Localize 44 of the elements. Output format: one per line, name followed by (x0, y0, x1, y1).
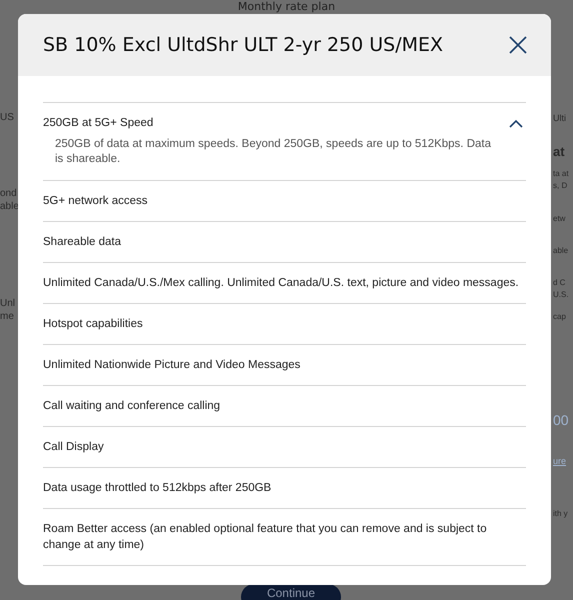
close-icon (508, 35, 528, 55)
continue-button[interactable]: Continue (241, 584, 341, 600)
page-text: able (0, 201, 19, 213)
page-text: cap (553, 311, 566, 323)
dialog-title: SB 10% Excl UltdShr ULT 2-yr 250 US/MEX (43, 32, 444, 58)
feature-item[interactable]: Unlimited Canada/U.S./Mex calling. Unlimited Canada/U.S. text, picture and video messages. (43, 263, 526, 304)
page-text: ith y (553, 508, 568, 520)
page-text: ond (0, 188, 17, 200)
page-text: s, D (553, 180, 568, 192)
feature-item[interactable]: 5G+ network access (43, 181, 526, 222)
feature-title: Call Display (43, 440, 104, 455)
page-text: Unl (0, 298, 16, 310)
feature-title: Unlimited Nationwide Picture and Video Messages (43, 358, 300, 373)
feature-title: Call waiting and conference calling (43, 399, 220, 414)
feature-title: Shareable data (43, 235, 122, 250)
page-text: etw (553, 213, 566, 225)
feature-item[interactable]: Shareable data (43, 222, 526, 263)
page-text: ure (553, 455, 566, 467)
feature-title: 5G+ network access (43, 194, 148, 209)
feature-title: Hotspot capabilities (43, 317, 143, 332)
feature-title: 250GB at 5G+ Speed (43, 116, 154, 131)
page-text: 00 (553, 414, 569, 426)
close-button[interactable] (507, 34, 529, 56)
feature-description: 250GB of data at maximum speeds. Beyond 250GB, speeds are up to 512Kbps. Data is shareable. (54, 137, 492, 167)
feature-item[interactable]: Roam Better access (an enabled optional feature that you can remove and is subject to change at any time) (43, 509, 526, 566)
feature-item[interactable]: Call Display (43, 427, 526, 468)
feature-item[interactable]: 250GB at 5G+ Speed 250GB of data at maximum speeds. Beyond 250GB, speeds are up to 512Kbps. Data is shareable. (43, 103, 526, 181)
feature-item[interactable]: Data usage throttled to 512kbps after 250GB (43, 468, 526, 509)
page-text: US (0, 112, 14, 124)
page-text: able (553, 245, 568, 257)
page-title: Monthly rate plan (236, 0, 336, 13)
page-text: U.S. (553, 289, 569, 301)
page-text: at (553, 146, 565, 158)
page-text: me (0, 311, 14, 323)
feature-item[interactable]: Call waiting and conference calling (43, 386, 526, 427)
page-text: Ulti (553, 112, 566, 124)
feature-item[interactable]: Unlimited Nationwide Picture and Video Messages (43, 345, 526, 386)
feature-title: Roam Better access (an enabled optional feature that you can remove and is subject to change at any time) (43, 522, 488, 553)
page-text: d C (553, 277, 566, 289)
feature-item[interactable]: Hotspot capabilities (43, 304, 526, 345)
feature-title: Unlimited Canada/U.S./Mex calling. Unlimited Canada/U.S. text, picture and video messages. (43, 276, 519, 291)
chevron-up-icon (509, 119, 523, 128)
page-text: ta at (553, 168, 569, 180)
feature-title: Data usage throttled to 512kbps after 250GB (43, 481, 272, 496)
